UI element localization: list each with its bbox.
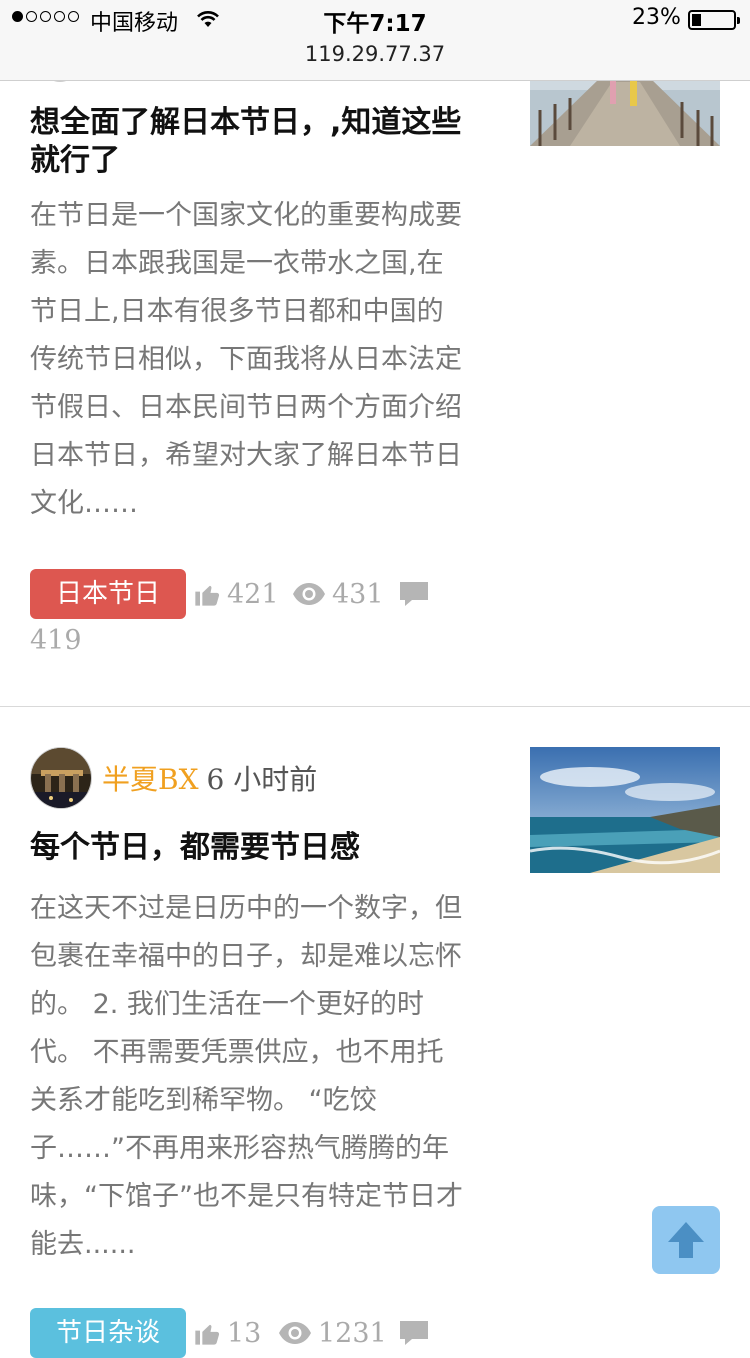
battery-icon (688, 10, 740, 30)
battery-percent: 23% (632, 5, 681, 30)
comment-count-value: 419 (30, 625, 82, 656)
author-avatar[interactable] (30, 747, 92, 809)
view-count-value: 431 (332, 578, 384, 610)
page-url[interactable]: 119.29.77.37 (0, 42, 750, 66)
view-count: 1231 (278, 1308, 387, 1358)
like-count[interactable]: 13 (193, 1308, 261, 1358)
arrow-up-icon (668, 1222, 704, 1258)
article-thumbnail[interactable] (530, 747, 720, 873)
like-count[interactable]: 421 (193, 569, 279, 619)
like-count-value: 13 (227, 1317, 262, 1349)
article-card[interactable]: 想全面了解日本节日，,知道这些就行了 在节日是一个国家文化的重要构成要素。日本跟… (0, 0, 750, 707)
eye-icon (293, 583, 325, 605)
comment-count[interactable] (398, 569, 436, 619)
article-title[interactable]: 每个节日，都需要节日感 (30, 829, 470, 867)
comment-count[interactable] (398, 1308, 436, 1358)
comment-icon (400, 1321, 428, 1345)
post-time: 6 小时前 (206, 763, 318, 796)
article-tag[interactable]: 日本节日 (30, 569, 186, 619)
view-count: 431 (292, 569, 384, 619)
thumbs-up-icon (195, 1324, 220, 1345)
article-tag[interactable]: 节日杂谈 (30, 1308, 186, 1358)
article-title[interactable]: 想全面了解日本节日，,知道这些就行了 (30, 104, 470, 180)
article-excerpt: 在这天不过是日历中的一个数字，但包裹在幸福中的日子，却是难以忘怀的。 2. 我们… (30, 893, 463, 1260)
thumbs-up-icon (195, 585, 220, 606)
article-card[interactable]: 半夏BX 6 小时前 每个节日，都需要节日感 在这天不过是日历中的一个数字，但包… (0, 707, 750, 1358)
view-count-value: 1231 (318, 1317, 387, 1349)
comment-icon (400, 582, 428, 606)
author-name[interactable]: 半夏BX (102, 758, 199, 798)
article-excerpt: 在节日是一个国家文化的重要构成要素。日本跟我国是一衣带水之国,在节日上,日本有很… (30, 200, 462, 519)
like-count-value: 421 (227, 578, 279, 610)
eye-icon (279, 1322, 311, 1344)
article-feed: 想全面了解日本节日，,知道这些就行了 在节日是一个国家文化的重要构成要素。日本跟… (0, 0, 750, 1358)
status-bar: 中国移动 下午7:17 119.29.77.37 23% (0, 0, 750, 81)
back-to-top-button[interactable] (652, 1206, 720, 1274)
author-row: 半夏BX 6 小时前 (30, 747, 317, 809)
